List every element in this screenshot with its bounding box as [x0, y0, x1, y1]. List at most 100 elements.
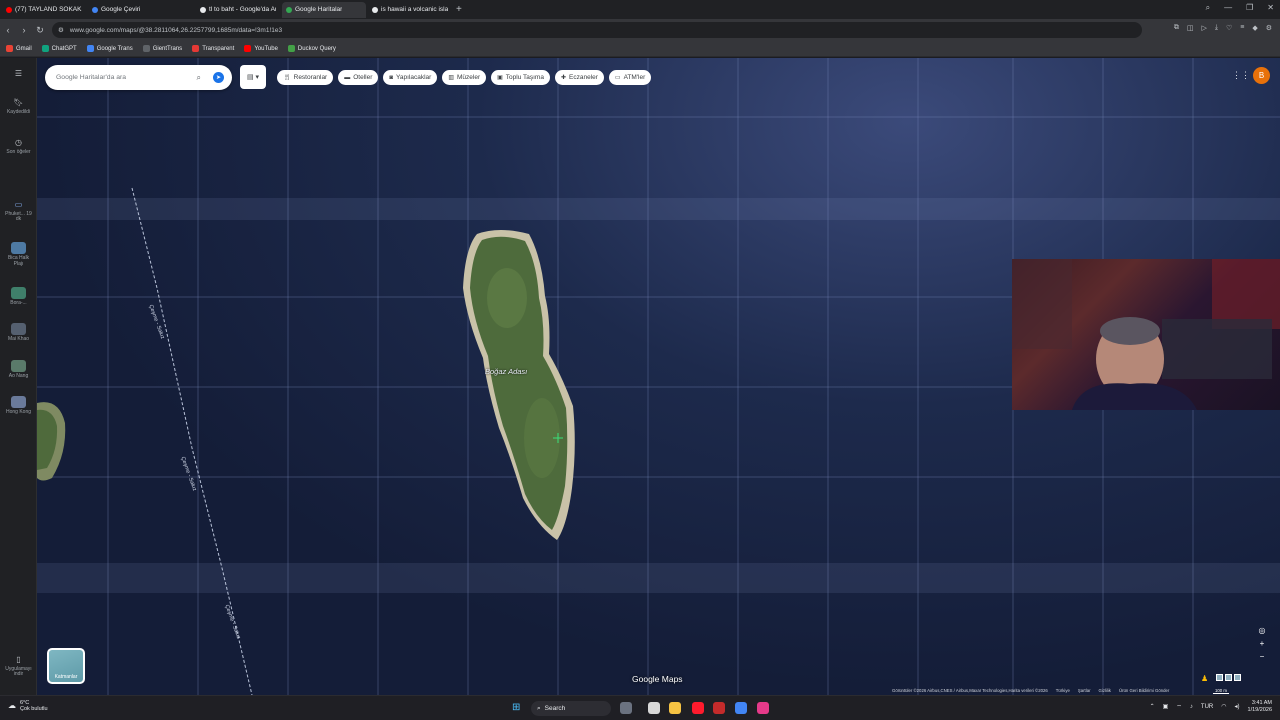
- reload-icon[interactable]: ↻: [32, 25, 48, 36]
- feedback-link[interactable]: Ürün Geri Bildirimi Gönder: [1119, 688, 1169, 693]
- rail-item-recent-place[interactable]: Mai Khao: [0, 323, 37, 343]
- chip-atms[interactable]: ▭ ATM'ler: [608, 70, 652, 85]
- taskbar-search[interactable]: ⌕ Search: [531, 701, 611, 716]
- browser-tab[interactable]: (77) TAYLAND SOKAK LEZ: [2, 2, 86, 18]
- bookmark-google-trans[interactable]: Google Trans: [86, 45, 133, 52]
- chip-museums[interactable]: ▥ Müzeler: [442, 70, 487, 85]
- rail-item-recent-place[interactable]: Bica Halk Plajı: [0, 242, 37, 267]
- menu-button[interactable]: ☰: [0, 69, 37, 79]
- browser-tab[interactable]: tl to baht - Google'da Ara: [196, 2, 280, 18]
- directions-icon[interactable]: ➤: [213, 72, 224, 83]
- tab-title: tl to baht - Google'da Ara: [209, 6, 276, 13]
- bookmark-transparent[interactable]: Transparent: [192, 45, 234, 52]
- museum-icon: ▥: [448, 75, 454, 81]
- task-view-icon[interactable]: [620, 702, 632, 714]
- minimize-icon[interactable]: —: [1224, 3, 1232, 13]
- map-layers-icon: ▤ ▾: [246, 74, 260, 81]
- file-explorer-icon[interactable]: [669, 702, 681, 714]
- zoom-out-button[interactable]: −: [1260, 652, 1265, 661]
- chip-label: Oteller: [353, 74, 373, 81]
- browser-tab[interactable]: Google Çeviri: [88, 2, 172, 18]
- rail-item-recent-place[interactable]: Ao Nang: [0, 360, 37, 380]
- new-tab-button[interactable]: +: [456, 4, 462, 15]
- privacy-link[interactable]: Gizlilik: [1099, 688, 1111, 693]
- rail-item-label: Hong Kong: [5, 409, 32, 415]
- rail-item-recent-place[interactable]: ▭ Phuket... 19 dk: [0, 200, 37, 223]
- bookmark-youtube[interactable]: YouTube: [244, 45, 278, 52]
- heart-icon[interactable]: ♡: [1226, 24, 1232, 32]
- url-field[interactable]: ⚙ www.google.com/maps/@38.2811064,26.225…: [52, 22, 1142, 38]
- rail-item-label: Son öğeler: [6, 148, 31, 155]
- app-icon[interactable]: [757, 702, 769, 714]
- bookmark-duckov[interactable]: Duckov Query: [287, 45, 336, 52]
- browser-tab[interactable]: is hawaii a volcanic island: [368, 2, 452, 18]
- bookmark-label: Gmail: [16, 45, 32, 52]
- chip-transit[interactable]: ▣ Toplu Taşıma: [491, 70, 550, 85]
- layers-toggle[interactable]: Katmanlar: [47, 648, 85, 684]
- map-mini-tiles[interactable]: [1216, 674, 1241, 681]
- back-icon[interactable]: ‹: [0, 25, 16, 35]
- tray-app-icon[interactable]: ▣: [1163, 703, 1169, 710]
- street-view-pegman-icon[interactable]: ♟: [1201, 674, 1208, 683]
- country-link[interactable]: Türkiye: [1056, 688, 1070, 693]
- volume-icon[interactable]: ◂): [1235, 703, 1240, 710]
- rail-item-saved[interactable]: 🔖︎ Kaydedildi: [0, 98, 37, 115]
- share-icon[interactable]: ⧉: [1174, 24, 1179, 32]
- weather-widget[interactable]: ☁ 6°C Çok bulutlu: [8, 700, 48, 712]
- maximize-icon[interactable]: ❐: [1246, 3, 1253, 13]
- files-icon[interactable]: [648, 702, 660, 714]
- site-info-icon[interactable]: ⚙: [58, 26, 64, 34]
- extension-icon[interactable]: ◆: [1252, 24, 1257, 32]
- search-input[interactable]: Google Haritalar'da ara: [56, 74, 197, 81]
- rail-item-recent-place[interactable]: Hong Kong: [0, 396, 37, 416]
- opera-icon[interactable]: [692, 702, 704, 714]
- my-location-icon[interactable]: ◎: [1259, 626, 1266, 635]
- account-avatar[interactable]: B: [1253, 67, 1270, 84]
- chip-label: Müzeler: [456, 74, 481, 81]
- settings-icon[interactable]: ⚙: [1266, 24, 1272, 32]
- rail-item-recent-place[interactable]: Bora-...: [0, 287, 37, 307]
- bookmark-chatgpt[interactable]: ChatGPT: [41, 45, 77, 52]
- streamer-figure: [1012, 259, 1280, 410]
- rail-item-recent[interactable]: ◷ Son öğeler: [0, 138, 37, 155]
- chip-pharmacies[interactable]: ✚ Eczaneler: [554, 70, 604, 85]
- zoom-in-button[interactable]: +: [1260, 639, 1265, 648]
- chip-things-to-do[interactable]: ◙ Yapılacaklar: [383, 70, 438, 85]
- terms-link[interactable]: Şartlar: [1078, 688, 1091, 693]
- wifi-icon[interactable]: ◠: [1221, 703, 1226, 710]
- url-text: www.google.com/maps/@38.2811064,26.22577…: [69, 26, 283, 34]
- close-icon[interactable]: ✕: [1267, 3, 1274, 13]
- chip-restaurants[interactable]: 🍴︎ Restoranlar: [277, 70, 334, 85]
- windows-start-icon[interactable]: ⊞: [512, 702, 520, 713]
- place-thumbnail: [11, 323, 26, 335]
- forward-icon[interactable]: ›: [16, 25, 32, 35]
- island-label[interactable]: Boğaz Adası: [485, 367, 527, 376]
- mic-icon[interactable]: ♪: [1190, 704, 1193, 710]
- place-thumbnail: [11, 242, 26, 254]
- language-indicator[interactable]: TUR: [1201, 704, 1213, 710]
- map-type-button[interactable]: ▤ ▾: [240, 65, 266, 89]
- play-icon[interactable]: ▷: [1201, 24, 1206, 32]
- download-icon[interactable]: ⤓: [1215, 24, 1218, 32]
- chip-label: Yapılacaklar: [396, 74, 432, 81]
- scale-bar[interactable]: 100 m: [1213, 688, 1229, 694]
- screenshot-icon[interactable]: ◫: [1187, 24, 1194, 32]
- menu-icon[interactable]: ≡: [1240, 24, 1244, 32]
- tray-chevron-icon[interactable]: ⌃: [1150, 703, 1155, 710]
- atm-icon: ▭: [614, 75, 621, 81]
- chip-hotels[interactable]: ▬ Oteller: [338, 70, 379, 85]
- folder-icon: [86, 45, 94, 52]
- chrome-icon[interactable]: [735, 702, 747, 714]
- get-app-button[interactable]: ▯ Uygulamayı indir: [0, 655, 37, 678]
- bookmark-gienttrans[interactable]: GientTrans: [142, 45, 182, 52]
- search-tabs-icon[interactable]: ⌕: [1206, 3, 1210, 13]
- network-icon[interactable]: ⌔: [1176, 703, 1182, 711]
- google-icon: [200, 6, 206, 13]
- bookmark-gmail[interactable]: Gmail: [6, 45, 32, 52]
- search-icon[interactable]: ⌕: [197, 73, 201, 83]
- search-box[interactable]: Google Haritalar'da ara ⌕ ➤: [45, 65, 232, 90]
- clock[interactable]: 3:41 AM 1/19/2026: [1248, 700, 1272, 713]
- app-icon[interactable]: [713, 702, 725, 714]
- transparent-icon: [192, 45, 200, 52]
- browser-tab-active[interactable]: Google Haritalar: [282, 1, 366, 18]
